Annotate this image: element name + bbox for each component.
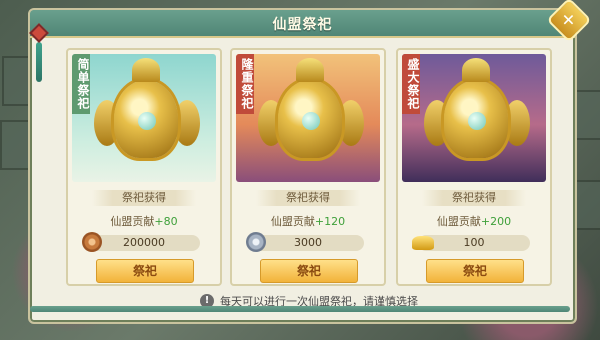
reward-title: 祭祀获得	[256, 190, 360, 206]
cost-pill: 100	[412, 235, 530, 251]
card-tag: 隆重祭祀	[236, 54, 254, 114]
contribution-bonus: +200	[480, 215, 512, 228]
contribution-bonus: +80	[154, 215, 178, 228]
close-icon: ✕	[562, 10, 576, 30]
contribution-bonus: +120	[314, 215, 346, 228]
sacrifice-button[interactable]: 祭祀	[96, 259, 194, 283]
contribution-line: 仙盟贡献+80	[68, 213, 220, 229]
contribution-label: 仙盟贡献	[436, 215, 481, 228]
censer-art: 隆重祭祀	[236, 54, 380, 182]
cost-value: 200000	[123, 236, 165, 249]
dialog-title: 仙盟祭祀	[272, 17, 333, 33]
sacrifice-dialog: 仙盟祭祀 ✕ 简单祭祀 祭祀获得 仙盟贡献+80 200000 祭祀 隆重祭祀 …	[28, 0, 592, 324]
cost-pill: 3000	[246, 232, 364, 252]
card-tag: 简单祭祀	[72, 54, 90, 114]
censer-icon	[278, 58, 342, 158]
contribution-label: 仙盟贡献	[270, 215, 315, 228]
contribution-line: 仙盟贡献+120	[232, 213, 384, 229]
sacrifice-button[interactable]: 祭祀	[260, 259, 358, 283]
sacrifice-button[interactable]: 祭祀	[426, 259, 524, 283]
reward-title: 祭祀获得	[422, 190, 526, 206]
cost-pill: 200000	[82, 232, 200, 252]
censer-art: 盛大祭祀	[402, 54, 546, 182]
censer-icon	[114, 58, 178, 158]
sacrifice-card-grand: 隆重祭祀 祭祀获得 仙盟贡献+120 3000 祭祀	[230, 48, 386, 286]
sacrifice-card-great: 盛大祭祀 祭祀获得 仙盟贡献+200 100 祭祀	[396, 48, 552, 286]
card-tag: 盛大祭祀	[402, 54, 420, 114]
sacrifice-card-simple: 简单祭祀 祭祀获得 仙盟贡献+80 200000 祭祀	[66, 48, 222, 286]
tassel-decoration	[29, 22, 49, 92]
cost-value: 100	[463, 236, 485, 249]
contribution-label: 仙盟贡献	[110, 215, 155, 228]
censer-icon	[444, 58, 508, 158]
contribution-line: 仙盟贡献+200	[398, 213, 550, 229]
cost-value: 3000	[294, 236, 322, 249]
dialog-bottom-bar	[30, 306, 570, 312]
reward-title: 祭祀获得	[92, 190, 196, 206]
dialog-titlebar: 仙盟祭祀	[30, 10, 575, 38]
censer-art: 简单祭祀	[72, 54, 216, 182]
